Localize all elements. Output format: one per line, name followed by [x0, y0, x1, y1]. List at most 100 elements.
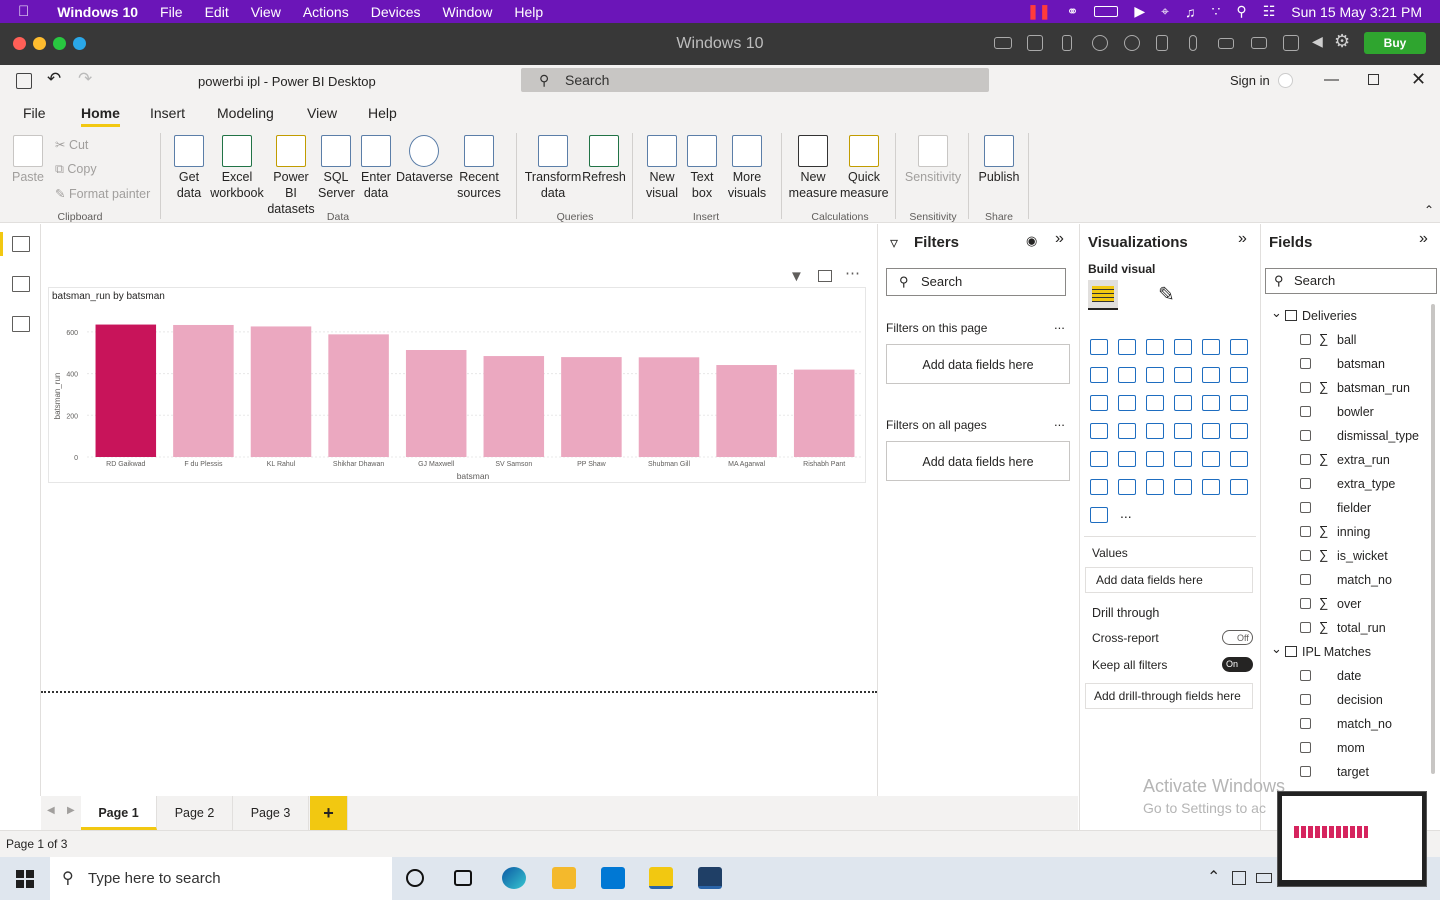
visual-type-icon[interactable] [1202, 367, 1220, 383]
cross-report-toggle[interactable]: Off [1222, 630, 1253, 645]
visual-type-icon[interactable] [1202, 479, 1220, 495]
copy-button[interactable]: ⧉ Copy [55, 162, 97, 177]
excel-workbook-button[interactable]: Excel workbook [210, 135, 264, 201]
next-page-icon[interactable]: ▶ [67, 805, 75, 816]
field-item[interactable]: match_no [1261, 713, 1440, 737]
get-data-button[interactable]: Get data [170, 135, 208, 201]
screenshot-icon[interactable] [1283, 35, 1299, 51]
microphone-icon[interactable] [1189, 35, 1197, 51]
menu-view[interactable]: View [251, 4, 281, 20]
recent-sources-button[interactable]: Recent sources [452, 135, 506, 201]
visual-type-icon[interactable] [1202, 339, 1220, 355]
field-item[interactable]: target [1261, 761, 1440, 785]
field-checkbox[interactable] [1300, 526, 1311, 537]
values-dropzone[interactable]: Add data fields here [1085, 567, 1253, 593]
visual-type-icon[interactable] [1118, 367, 1136, 383]
visual-type-icon[interactable] [1174, 479, 1192, 495]
drive-icon[interactable] [1218, 38, 1234, 49]
refresh-button[interactable]: Refresh [582, 135, 626, 185]
field-item[interactable]: ∑ is_wicket [1261, 545, 1440, 569]
chevron-up-icon[interactable]: ⌃ [1207, 867, 1220, 887]
clock[interactable]: Sun 15 May 3:21 PM [1291, 4, 1422, 20]
bar[interactable] [405, 350, 467, 457]
visual-type-icon[interactable] [1230, 395, 1248, 411]
start-icon[interactable] [16, 870, 34, 888]
paste-button[interactable]: Paste [12, 135, 44, 185]
menu-actions[interactable]: Actions [303, 4, 349, 20]
creative-cloud-icon[interactable]: ⚭ [1067, 3, 1079, 20]
field-checkbox[interactable] [1300, 574, 1311, 585]
field-checkbox[interactable] [1300, 454, 1311, 465]
battery-tray-icon[interactable] [1256, 873, 1272, 883]
more-options-icon[interactable]: ... [1054, 317, 1065, 332]
field-item[interactable]: date [1261, 665, 1440, 689]
drill-through-dropzone[interactable]: Add drill-through fields here [1085, 683, 1253, 709]
field-item[interactable]: ∑ batsman_run [1261, 377, 1440, 401]
keep-filters-toggle[interactable]: On [1222, 657, 1253, 672]
apple-icon[interactable]:  [18, 3, 29, 20]
data-view-icon[interactable] [12, 276, 30, 292]
dataverse-button[interactable]: Dataverse [396, 135, 453, 185]
filters-page-dropzone[interactable]: Add data fields here [886, 344, 1070, 384]
field-checkbox[interactable] [1300, 766, 1311, 777]
model-view-icon[interactable] [12, 316, 30, 332]
visual-type-icon[interactable] [1118, 479, 1136, 495]
visual-type-icon[interactable] [1174, 367, 1192, 383]
visual-type-icon[interactable] [1230, 339, 1248, 355]
field-item[interactable]: batsman [1261, 353, 1440, 377]
visual-type-icon[interactable] [1118, 395, 1136, 411]
field-item[interactable]: ∑ inning [1261, 521, 1440, 545]
field-checkbox[interactable] [1300, 598, 1311, 609]
bar[interactable] [250, 326, 312, 457]
visual-type-icon[interactable] [1118, 339, 1136, 355]
play-icon[interactable]: ▶ [1134, 3, 1145, 20]
field-checkbox[interactable] [1300, 430, 1311, 441]
chevron-down-icon[interactable]: ⌄ [1271, 305, 1282, 321]
visual-type-icon[interactable] [1090, 507, 1108, 523]
cortana-icon[interactable] [406, 869, 424, 887]
page-tab-1[interactable]: Page 1 [81, 796, 157, 830]
menu-file[interactable]: File [160, 4, 183, 20]
visual-type-icon[interactable] [1174, 423, 1192, 439]
mail-icon[interactable] [601, 867, 625, 889]
bar[interactable] [95, 324, 157, 457]
field-checkbox[interactable] [1300, 670, 1311, 681]
field-item[interactable]: dismissal_type [1261, 425, 1440, 449]
table-node[interactable]: ⌄ IPL Matches [1261, 641, 1440, 665]
visual-type-icon[interactable] [1118, 451, 1136, 467]
enter-data-button[interactable]: Enter data [358, 135, 394, 201]
save-icon[interactable] [16, 73, 32, 89]
spotlight-icon[interactable]: ⚲ [1236, 3, 1246, 20]
file-explorer-icon[interactable] [552, 867, 576, 889]
new-measure-button[interactable]: New measure [788, 135, 838, 201]
bar[interactable] [716, 365, 777, 457]
more-options-icon[interactable]: ⋯ [845, 264, 861, 282]
page-tab-3[interactable]: Page 3 [233, 796, 309, 830]
visual-type-icon[interactable] [1202, 395, 1220, 411]
collapse-filters-icon[interactable]: » [1055, 230, 1064, 248]
taskbar-search[interactable]: ⚲ Type here to search [50, 857, 392, 900]
usb-icon[interactable] [1062, 35, 1072, 51]
wifi-icon[interactable]: ⌖ [1161, 3, 1169, 20]
tray-icon[interactable] [1232, 871, 1246, 885]
powerbi-icon[interactable] [649, 867, 673, 889]
redo-icon[interactable]: ↷ [78, 69, 92, 89]
build-visual-tab[interactable] [1088, 280, 1118, 310]
sound-icon[interactable] [1156, 35, 1168, 51]
minimize-button[interactable]: — [1324, 71, 1339, 88]
add-page-button[interactable]: + [310, 796, 348, 830]
visual-type-icon[interactable] [1090, 423, 1108, 439]
cpu-icon[interactable] [1027, 35, 1043, 51]
visual-type-icon[interactable] [1090, 395, 1108, 411]
more-visuals-button[interactable]: More visuals [722, 135, 772, 201]
undo-icon[interactable]: ↶ [47, 69, 61, 89]
visual-type-icon[interactable] [1146, 395, 1164, 411]
text-box-button[interactable]: Text box [684, 135, 720, 201]
field-item[interactable]: mom [1261, 737, 1440, 761]
visual-type-icon[interactable] [1090, 479, 1108, 495]
visual-type-icon[interactable] [1090, 451, 1108, 467]
page-tab-2[interactable]: Page 2 [157, 796, 233, 830]
field-checkbox[interactable] [1300, 478, 1311, 489]
volume-icon[interactable]: ♫ [1185, 4, 1196, 20]
collapse-viz-icon[interactable]: » [1238, 230, 1247, 248]
